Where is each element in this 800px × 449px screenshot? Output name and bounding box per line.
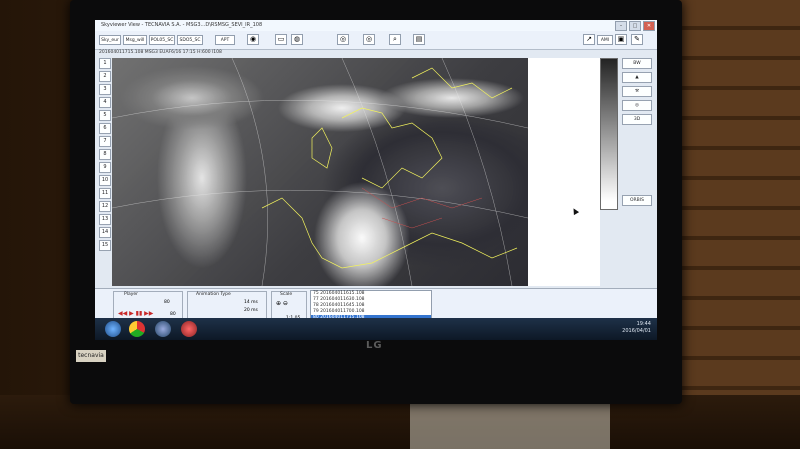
toolbar-button-msg-will[interactable]: Msg_will bbox=[123, 35, 147, 45]
play-controls-icon[interactable]: ◀◀ ▶ ▮▮ ▶▶ bbox=[118, 310, 153, 317]
start-button-icon[interactable] bbox=[105, 321, 121, 337]
layer-button-15[interactable]: 15 bbox=[99, 240, 111, 251]
maximize-button[interactable]: □ bbox=[629, 21, 641, 31]
folder-icon[interactable]: ▭ bbox=[275, 34, 287, 45]
scale-label: Scale bbox=[280, 292, 293, 297]
satellite-image[interactable] bbox=[111, 57, 529, 287]
wrench-icon[interactable]: ⚒ bbox=[622, 86, 652, 97]
globe-icon[interactable]: ◎ bbox=[337, 34, 349, 45]
toolbar: Sky_eur Msg_will POL05_SC SDO5_SC APT ◉ … bbox=[95, 31, 657, 50]
window-titlebar: Skyviewer View - TECNAVIA S.A. - MSG3...… bbox=[95, 20, 657, 31]
layer-button-14[interactable]: 14 bbox=[99, 227, 111, 238]
taskbar-clock: 19:44 2016/04/01 bbox=[622, 321, 651, 335]
monitor-sticker: tecnavia bbox=[76, 350, 106, 362]
player-count-2: 80 bbox=[170, 312, 176, 317]
layer-button-7[interactable]: 7 bbox=[99, 136, 111, 147]
orbis-button[interactable]: ORBIS bbox=[622, 195, 652, 206]
mode-bw-button[interactable]: BW bbox=[622, 58, 652, 69]
monitor-brand: LG bbox=[366, 340, 383, 351]
camera-icon[interactable]: ◍ bbox=[291, 34, 303, 45]
zoom-icon[interactable]: ⊕ ⊖ bbox=[276, 300, 288, 307]
right-tools: BW ▲ ⚒ ◎ 3D ORBIS bbox=[622, 58, 652, 209]
layer-button-2[interactable]: 2 bbox=[99, 71, 111, 82]
layer-buttons: 1 2 3 4 5 6 7 8 9 10 11 12 13 14 15 bbox=[99, 58, 111, 288]
image-info: 201604011715.108 MSG3 EUAF6/16 17:15 H:6… bbox=[99, 50, 222, 55]
toolbar-button-ami[interactable]: AMI bbox=[597, 35, 613, 45]
eye-icon[interactable]: ◉ bbox=[247, 34, 259, 45]
minimize-button[interactable]: – bbox=[615, 21, 627, 31]
screen: Skyviewer View - TECNAVIA S.A. - MSG3...… bbox=[95, 20, 657, 338]
side-panel bbox=[528, 58, 600, 286]
triangle-icon[interactable]: ▲ bbox=[622, 72, 652, 83]
player-label: Player bbox=[124, 292, 139, 297]
app-icon[interactable] bbox=[181, 321, 197, 337]
layer-button-4[interactable]: 4 bbox=[99, 97, 111, 108]
clock-time: 19:44 bbox=[636, 321, 651, 327]
window-controls: – □ ✕ bbox=[615, 21, 655, 31]
pencil-icon[interactable]: ✎ bbox=[631, 34, 643, 45]
toolbar-button-sky-eur[interactable]: Sky_eur bbox=[99, 35, 121, 45]
layer-button-13[interactable]: 13 bbox=[99, 214, 111, 225]
toolbar-button-apt[interactable]: APT bbox=[215, 35, 235, 45]
taskbar: 19:44 2016/04/01 bbox=[95, 318, 657, 340]
layer-button-10[interactable]: 10 bbox=[99, 175, 111, 186]
layer-button-11[interactable]: 11 bbox=[99, 188, 111, 199]
coastline bbox=[261, 67, 518, 269]
globe-2-icon[interactable]: ◎ bbox=[363, 34, 375, 45]
clock-date: 2016/04/01 bbox=[622, 328, 651, 334]
player-count: 80 bbox=[164, 300, 170, 305]
view-3d-button[interactable]: 3D bbox=[622, 114, 652, 125]
wooden-wall bbox=[676, 0, 800, 449]
window-title: Skyviewer View - TECNAVIA S.A. - MSG3...… bbox=[101, 22, 263, 28]
film-icon[interactable]: ▣ bbox=[615, 34, 627, 45]
toolbar-button-pol05[interactable]: POL05_SC bbox=[149, 35, 175, 45]
map-overlay bbox=[111, 57, 529, 287]
chrome-icon[interactable] bbox=[129, 321, 145, 337]
toolbar-button-sdo5[interactable]: SDO5_SC bbox=[177, 35, 203, 45]
animation-speed-2: 20 ms bbox=[244, 308, 258, 313]
chart-icon[interactable]: ▤ bbox=[413, 34, 425, 45]
temperature-scale bbox=[600, 58, 618, 210]
graticule bbox=[111, 57, 529, 287]
skyviewer-icon[interactable] bbox=[155, 321, 171, 337]
layer-button-12[interactable]: 12 bbox=[99, 201, 111, 212]
animation-label: Animation Type bbox=[196, 292, 231, 297]
arrow-icon[interactable]: ↗ bbox=[583, 34, 595, 45]
layer-button-6[interactable]: 6 bbox=[99, 123, 111, 134]
layer-button-3[interactable]: 3 bbox=[99, 84, 111, 95]
globe-3-icon[interactable]: ◎ bbox=[622, 100, 652, 111]
layer-button-9[interactable]: 9 bbox=[99, 162, 111, 173]
layer-button-1[interactable]: 1 bbox=[99, 58, 111, 69]
animation-speed-1: 14 ms bbox=[244, 300, 258, 305]
close-button[interactable]: ✕ bbox=[643, 21, 655, 31]
layer-button-8[interactable]: 8 bbox=[99, 149, 111, 160]
search-icon[interactable]: ⌕ bbox=[389, 34, 401, 45]
layer-button-5[interactable]: 5 bbox=[99, 110, 111, 121]
